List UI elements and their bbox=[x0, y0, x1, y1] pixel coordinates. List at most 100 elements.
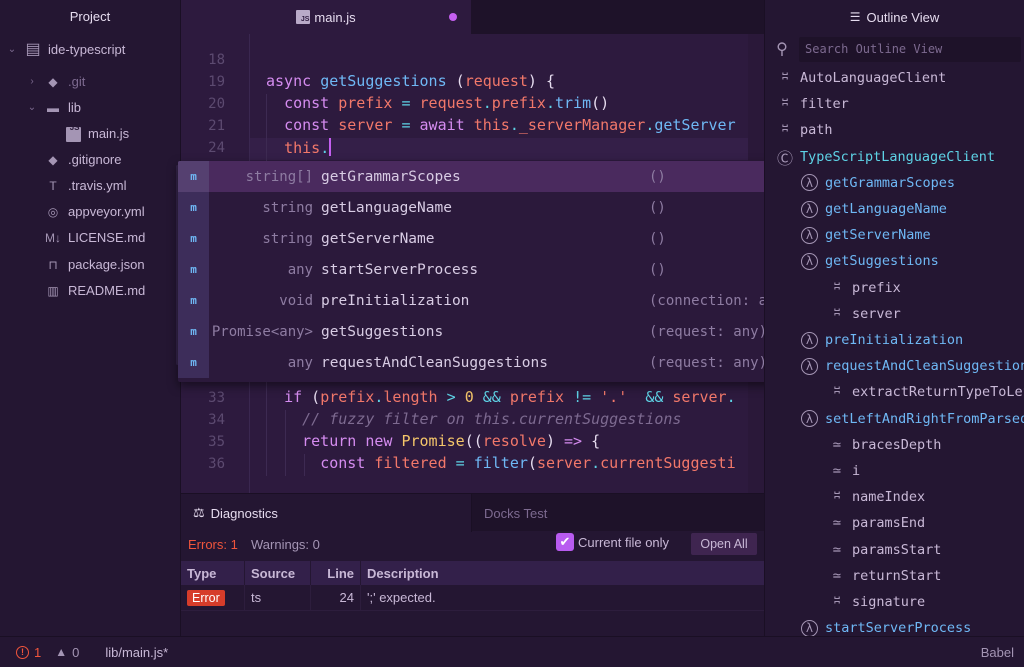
tree-item[interactable]: › ◆ .git bbox=[26, 69, 85, 95]
outline-item-label: returnStart bbox=[852, 567, 942, 584]
tab-docks-test[interactable]: Docks Test bbox=[471, 494, 764, 532]
return-type: void bbox=[279, 292, 313, 309]
outline-search-input[interactable] bbox=[799, 36, 1021, 62]
tree-item[interactable]: ▥ README.md bbox=[26, 278, 145, 304]
outline-item[interactable]: ⎶ nameIndex bbox=[827, 484, 925, 510]
outline-item[interactable]: λ getGrammarScopes bbox=[801, 170, 955, 196]
code-line[interactable]: const filtered = filter(server.currentSu… bbox=[266, 454, 735, 472]
outline-item[interactable]: ⎶ server bbox=[827, 301, 901, 327]
outline-item[interactable]: λ startServerProcess bbox=[801, 615, 971, 636]
code-line[interactable]: // fuzzy filter on this.currentSuggestio… bbox=[266, 410, 681, 428]
autocomplete-item[interactable]: m string[] getGrammarScopes () bbox=[178, 161, 786, 192]
scale-icon: ⚖ bbox=[193, 505, 205, 520]
tree-item[interactable]: ◆ .gitignore bbox=[26, 147, 121, 173]
tree-item[interactable]: JS main.js bbox=[46, 121, 129, 147]
chevron-right-icon[interactable]: › bbox=[26, 69, 38, 95]
method-icon: λ bbox=[801, 619, 818, 636]
field-icon: ⎶ bbox=[834, 489, 840, 506]
column-header-line[interactable]: Line bbox=[311, 561, 361, 585]
column-header-description[interactable]: Description bbox=[361, 561, 764, 585]
variable-icon: ≃ bbox=[832, 515, 842, 532]
outline-item[interactable]: ≃ returnStart bbox=[827, 563, 942, 589]
line-number: 21 bbox=[208, 118, 225, 134]
outline-item-label: TypeScriptLanguageClient bbox=[800, 148, 996, 165]
current-file-only-toggle[interactable]: ✔ Current file only bbox=[556, 533, 669, 551]
tab-diagnostics[interactable]: ⚖ Diagnostics bbox=[181, 494, 471, 532]
code-line[interactable]: const prefix = request.prefix.trim() bbox=[266, 94, 609, 112]
outline-item[interactable]: ⎶ extractReturnTypeToLeft bbox=[827, 379, 1024, 405]
warning-triangle-icon: ▲ bbox=[55, 645, 68, 659]
open-all-button[interactable]: Open All bbox=[691, 533, 757, 555]
variable-icon: ≃ bbox=[832, 541, 842, 558]
outline-item[interactable]: λ getSuggestions bbox=[801, 248, 939, 274]
status-file-path[interactable]: lib/main.js* bbox=[105, 645, 168, 660]
tree-item[interactable]: ⌄ ▤ ide-typescript bbox=[6, 37, 126, 63]
tab-main-js[interactable]: JS main.js bbox=[181, 0, 471, 34]
autocomplete-item[interactable]: m void preInitialization (connection: any bbox=[178, 285, 786, 316]
outline-item[interactable]: ≃ i bbox=[827, 458, 860, 484]
autocomplete-item[interactable]: m string getServerName () bbox=[178, 223, 786, 254]
npm-icon: ⊓ bbox=[48, 258, 58, 272]
outline-item[interactable]: ⎶ path bbox=[775, 117, 832, 143]
chevron-down-icon[interactable]: ⌄ bbox=[6, 37, 18, 63]
outline-item[interactable]: λ setLeftAndRightFromParsed bbox=[801, 406, 1024, 432]
tree-item[interactable]: T .travis.yml bbox=[26, 173, 127, 199]
code-line[interactable]: if (prefix.length > 0 && prefix != '.' &… bbox=[266, 388, 736, 406]
autocomplete-item[interactable]: m string getLanguageName () bbox=[178, 192, 786, 223]
outline-item[interactable]: ≃ paramsStart bbox=[827, 537, 942, 563]
return-type: any bbox=[287, 354, 313, 371]
suggestion-signature: (request: any) bbox=[649, 354, 768, 371]
tree-item-label: .travis.yml bbox=[68, 178, 127, 193]
checkbox-checked-icon[interactable]: ✔ bbox=[556, 533, 574, 551]
list-icon: ☰ bbox=[849, 10, 861, 24]
outline-item-label: filter bbox=[800, 96, 849, 113]
outline-item[interactable]: λ getLanguageName bbox=[801, 196, 947, 222]
outline-item-label: setLeftAndRightFromParsed bbox=[825, 410, 1024, 427]
outline-item[interactable]: λ getServerName bbox=[801, 222, 931, 248]
outline-item[interactable]: ⎶ AutoLanguageClient bbox=[775, 65, 946, 91]
outline-item[interactable]: ⎶ filter bbox=[775, 91, 849, 117]
tree-item[interactable]: M↓ LICENSE.md bbox=[26, 225, 145, 251]
suggestion-name: preInitialization bbox=[321, 292, 470, 309]
method-icon: m bbox=[178, 161, 209, 192]
errors-count[interactable]: Errors: 1 bbox=[188, 537, 238, 552]
outline-item[interactable]: ⎶ signature bbox=[827, 589, 925, 615]
suggestion-name: requestAndCleanSuggestions bbox=[321, 354, 548, 371]
status-errors[interactable]: ! 1 bbox=[16, 645, 41, 660]
code-line[interactable]: this. bbox=[266, 138, 332, 157]
grammar-selector[interactable]: Babel bbox=[981, 645, 1014, 660]
outline-item[interactable]: Ⓒ TypeScriptLanguageClient bbox=[775, 144, 995, 170]
status-warnings[interactable]: ▲ 0 bbox=[55, 645, 79, 660]
modified-indicator-icon bbox=[449, 13, 457, 21]
outline-item-label: signature bbox=[852, 594, 926, 610]
tab-label: Diagnostics bbox=[210, 505, 278, 521]
column-header-source[interactable]: Source bbox=[245, 561, 311, 585]
code-line[interactable]: const server = await this._serverManager… bbox=[266, 116, 736, 134]
outline-item-label: getGrammarScopes bbox=[825, 174, 956, 191]
suggestion-name: getGrammarScopes bbox=[321, 168, 461, 185]
code-line[interactable]: return new Promise((resolve) => { bbox=[266, 432, 600, 450]
warnings-count[interactable]: Warnings: 0 bbox=[251, 537, 320, 552]
tree-item[interactable]: ◎ appveyor.yml bbox=[26, 199, 145, 225]
outline-item[interactable]: ≃ paramsEnd bbox=[827, 510, 925, 536]
outline-item[interactable]: ≃ bracesDepth bbox=[827, 432, 942, 458]
tree-item[interactable]: ⊓ package.json bbox=[26, 252, 144, 278]
method-icon: m bbox=[178, 192, 209, 223]
autocomplete-item[interactable]: m any startServerProcess () bbox=[178, 254, 786, 285]
folder-icon: ▬ bbox=[47, 101, 59, 115]
code-line[interactable]: async getSuggestions (request) { bbox=[266, 72, 555, 90]
table-row[interactable]: Error ts 24 ';' expected. bbox=[181, 585, 764, 611]
chevron-down-icon[interactable]: ⌄ bbox=[26, 95, 38, 121]
outline-item[interactable]: λ preInitialization bbox=[801, 327, 963, 353]
column-header-type[interactable]: Type bbox=[181, 561, 245, 585]
suggestion-name: getSuggestions bbox=[321, 323, 444, 340]
class-icon: Ⓒ bbox=[776, 148, 793, 168]
suggestion-name: getServerName bbox=[321, 230, 435, 247]
autocomplete-item[interactable]: m Promise<any> getSuggestions (request: any… bbox=[178, 316, 786, 347]
outline-item[interactable]: ⎶ prefix bbox=[827, 275, 901, 301]
outline-item[interactable]: λ requestAndCleanSuggestions bbox=[801, 353, 1024, 379]
autocomplete-item[interactable]: m any requestAndCleanSuggestions (request: … bbox=[178, 347, 786, 378]
variable-icon: ≃ bbox=[832, 567, 842, 584]
line-number: 34 bbox=[208, 412, 225, 428]
method-icon: m bbox=[178, 285, 209, 316]
